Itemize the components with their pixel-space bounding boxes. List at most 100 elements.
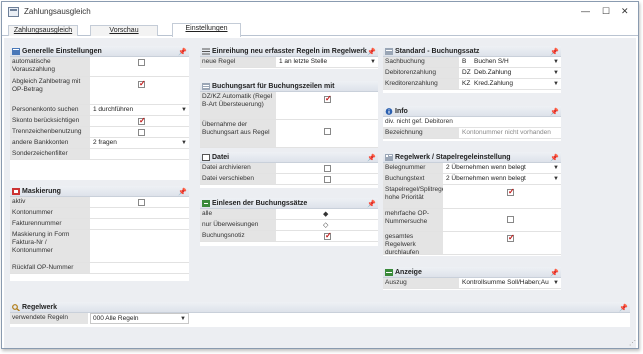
masking-form-input[interactable]	[91, 230, 189, 262]
panel-header: Regelwerk / Stapelregeleinstellung 📌	[383, 152, 561, 163]
invoice-number-input[interactable]	[91, 219, 189, 229]
row-label: andere Bankkonten	[10, 138, 90, 148]
chevron-down-icon: ▼	[553, 81, 559, 87]
setting-row: Datei verschieben	[200, 174, 378, 185]
setting-row: Kreditorenzahlung KZ Kred.Zahlung ▼	[383, 79, 561, 90]
move-file-checkbox[interactable]	[324, 176, 331, 183]
rules-icon	[202, 48, 210, 55]
setting-row: automatische Vorauszahlung	[10, 57, 189, 77]
panel-header: Maskierung 📌	[10, 186, 189, 197]
maximize-button[interactable]: ☐	[602, 6, 610, 17]
setting-row: Stapelregel/Splitregel hohe Priorität	[383, 185, 561, 209]
display-icon	[385, 269, 393, 276]
ledger-booking-select[interactable]: B Buchen S/H ▼	[460, 57, 561, 67]
row-label: automatische Vorauszahlung	[10, 57, 90, 76]
setting-row: DZ/KZ Automatik (Regel B-Art Übersteueru…	[200, 92, 378, 120]
setting-row: alle ◆	[200, 209, 378, 220]
row-label: Rückfall OP-Nummer	[10, 263, 90, 273]
panel-title: Regelwerk / Stapelregeleinstellung	[395, 154, 511, 161]
row-label: aktiv	[10, 197, 90, 207]
row-label: Stapelregel/Splitregel hohe Priorität	[383, 185, 443, 208]
new-rules-panel: Einreihung neu erfasster Regeln im Regel…	[200, 46, 378, 69]
new-rule-position-select[interactable]: 1 an letzte Stelle ▼	[277, 57, 378, 67]
setting-row: mehrfache OP-Nummersuche	[383, 209, 561, 232]
row-label: Skonto berücksichtigen	[10, 116, 90, 126]
row-label: DZ/KZ Automatik (Regel B-Art Übersteueru…	[200, 92, 276, 119]
main-window: Zahlungsausgleich — ☐ ✕ Zahlungsausgleic…	[1, 1, 639, 349]
special-char-filter-input[interactable]	[91, 149, 189, 159]
panel-header: Anzeige 📌	[383, 267, 561, 278]
used-rules-select[interactable]: 000 Alle Regeln ▼	[90, 313, 189, 324]
setting-row: Trennzeichenbenutzung	[10, 127, 189, 138]
booking-note-checkbox[interactable]	[324, 231, 332, 240]
dz-kz-automatic-checkbox[interactable]	[324, 94, 332, 103]
row-label: Datei verschieben	[200, 174, 276, 184]
setting-row: Maskierung in Form Faktura-Nr / Kontonum…	[10, 230, 189, 263]
run-full-ruleset-checkbox[interactable]	[507, 233, 515, 242]
multiple-op-search-checkbox[interactable]	[507, 216, 514, 223]
tab-einstellungen[interactable]: Einstellungen	[172, 23, 241, 37]
panel-title: Einreihung neu erfasster Regeln im Regel…	[212, 48, 367, 55]
panel-title: Info	[395, 108, 408, 115]
panel-header: Einreihung neu erfasster Regeln im Regel…	[200, 46, 378, 57]
settings-content: Generelle Einstellungen 📌 automatische V…	[4, 38, 636, 348]
row-label: Sonderzeichenfilter	[10, 149, 90, 159]
panel-header: Datei 📌	[200, 152, 378, 163]
row-label: Buchungstext	[383, 174, 443, 184]
setting-row: gesamtes Regelwerk durchlaufen	[383, 232, 561, 255]
debtor-payment-select[interactable]: DZ Deb.Zahlung ▼	[460, 68, 561, 78]
panel-title: Maskierung	[22, 188, 61, 195]
document-number-select[interactable]: 2 Übernehmen wenn belegt ▼	[444, 163, 561, 173]
chevron-down-icon: ▼	[181, 140, 187, 146]
tab-zahlungsausgleich[interactable]: Zahlungsausgleich	[8, 25, 78, 36]
row-label: neue Regel	[200, 57, 276, 67]
read-all-radio[interactable]: ◆	[323, 211, 328, 218]
chevron-down-icon: ▼	[370, 59, 376, 65]
setting-row: Buchungstext 2 Übernehmen wenn belegt ▼	[383, 174, 561, 185]
setting-row: Skonto berücksichtigen	[10, 116, 189, 127]
row-label: Buchungsnotiz	[200, 231, 276, 241]
compare-amount-checkbox[interactable]	[138, 79, 146, 88]
stack-rule-priority-checkbox[interactable]	[507, 187, 515, 196]
masking-icon	[12, 188, 20, 195]
setting-row: aktiv	[10, 197, 189, 208]
creditor-payment-select[interactable]: KZ Kred.Zahlung ▼	[460, 79, 561, 89]
chevron-down-icon: ▼	[553, 59, 559, 65]
panel-title: Einlesen der Buchungssätze	[212, 200, 308, 207]
file-panel: Datei 📌 Datei archivieren Datei verschie…	[200, 152, 378, 188]
search-account-select[interactable]: 1 durchführen ▼	[91, 105, 189, 115]
account-number-input[interactable]	[91, 208, 189, 218]
archive-file-checkbox[interactable]	[324, 165, 331, 172]
setting-row: Datei archivieren	[200, 163, 378, 174]
info-icon	[385, 108, 393, 115]
row-label: Kontonummer	[10, 208, 90, 218]
auto-prepayment-checkbox[interactable]	[138, 59, 145, 66]
masking-panel: Maskierung 📌 aktiv Kontonummer Fakturenn…	[10, 186, 189, 281]
discount-checkbox[interactable]	[138, 116, 146, 125]
setting-row: Sachbuchung B Buchen S/H ▼	[383, 57, 561, 68]
panel-title: Anzeige	[395, 269, 422, 276]
resize-grip-icon[interactable]: ⋰	[629, 339, 636, 347]
panel-header: Info 📌	[383, 106, 561, 117]
row-label: div. nicht gef. Debitoren	[383, 117, 561, 127]
masking-active-checkbox[interactable]	[138, 199, 145, 206]
info-panel: Info 📌 div. nicht gef. Debitoren Bezeich…	[383, 106, 561, 141]
setting-row: Personenkonto suchen 1 durchführen ▼	[10, 105, 189, 116]
row-label: verwendete Regeln	[10, 313, 88, 324]
ruleset-icon	[385, 154, 393, 161]
row-label: alle	[200, 209, 276, 219]
minimize-button[interactable]: —	[581, 6, 590, 16]
panel-title: Generelle Einstellungen	[22, 48, 102, 55]
booking-text-select[interactable]: 2 Übernehmen wenn belegt ▼	[444, 174, 561, 184]
statement-display-select[interactable]: Kontrollsumme Soll/Haben;Au ▼	[460, 278, 561, 288]
row-label: Fakturennummer	[10, 219, 90, 229]
close-button[interactable]: ✕	[621, 6, 629, 17]
read-transfers-radio[interactable]: ◇	[323, 222, 328, 229]
other-bank-accounts-select[interactable]: 2 fragen ▼	[91, 138, 189, 148]
setting-row: Buchungsnotiz	[200, 231, 378, 242]
take-booking-type-checkbox[interactable]	[324, 128, 331, 135]
tab-vorschau[interactable]: Vorschau	[90, 25, 158, 36]
chevron-down-icon: ▼	[553, 176, 559, 182]
separator-checkbox[interactable]	[138, 129, 145, 136]
fallback-op-number-input[interactable]	[91, 263, 189, 273]
